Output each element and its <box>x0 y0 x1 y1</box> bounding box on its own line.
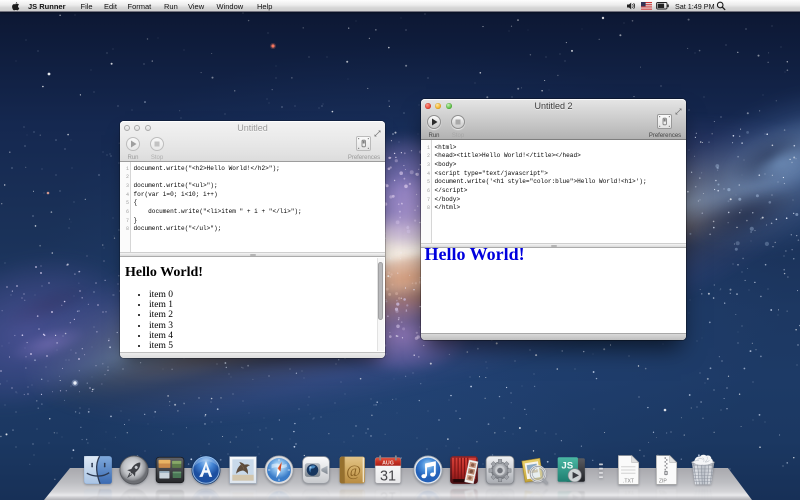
svg-text:@: @ <box>346 493 361 500</box>
svg-text:@: @ <box>346 463 361 480</box>
svg-text:31: 31 <box>380 488 396 500</box>
svg-text:.TXT: .TXT <box>623 488 634 494</box>
svg-text:AUG: AUG <box>382 460 394 466</box>
svg-text:ZIP: ZIP <box>658 478 667 484</box>
svg-text:.TXT: .TXT <box>623 478 634 484</box>
svg-text:31: 31 <box>380 469 396 485</box>
svg-text:ZIP: ZIP <box>658 488 667 494</box>
